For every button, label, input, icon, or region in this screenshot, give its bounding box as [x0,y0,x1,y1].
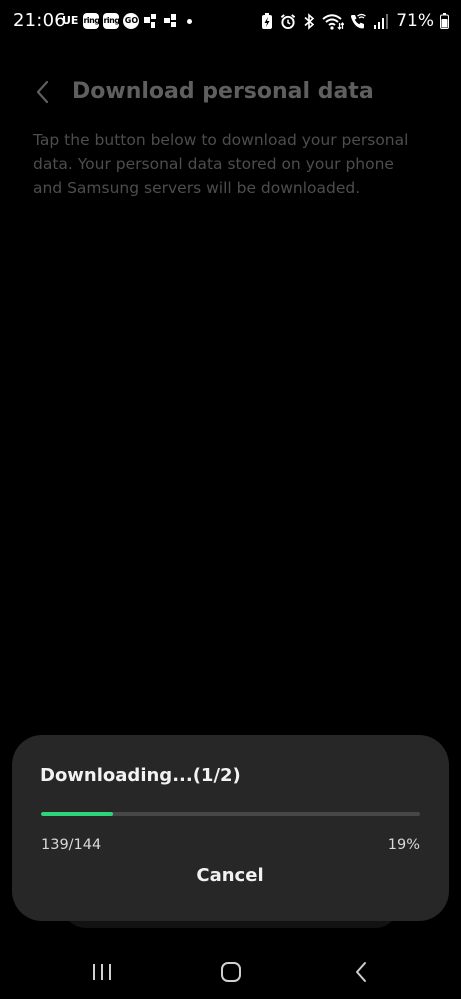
chevron-left-icon [36,80,49,104]
home-icon [221,962,241,982]
back-button[interactable] [26,74,60,110]
dialog-title: Downloading...(1/2) [40,765,241,786]
progress-percent: 19% [387,837,420,853]
page-title: Download personal data [72,79,374,104]
alarm-icon [280,12,296,30]
status-bar: 21:06 UE ring ring GO 71% [0,0,461,44]
app-header: Download personal data [0,70,461,114]
bluetooth-icon [301,12,317,30]
back-icon [356,962,366,982]
download-progress-dialog: Downloading...(1/2) 139/144 19% Cancel [12,735,449,921]
progress-count: 139/144 [41,837,102,853]
app-notification-icon [163,13,179,29]
go-app-icon: GO [123,13,140,29]
battery-saver-icon [259,12,275,30]
ring-app-icon: ring [103,13,120,29]
nav-back-button[interactable] [339,956,383,988]
wifi-icon [322,12,345,30]
progress-bar [41,812,420,816]
recents-button[interactable] [80,956,124,988]
carrier-label: UE [62,14,79,27]
battery-icon [439,12,449,30]
signal-strength-icon [373,12,389,30]
description-text: Tap the button below to download your pe… [33,131,409,197]
wifi-calling-icon [349,12,368,30]
home-button[interactable] [209,956,253,988]
progress-bar-fill [41,812,113,816]
app-notification-icon [143,13,159,29]
notification-icons: UE ring ring GO [62,12,193,30]
cancel-button[interactable]: Cancel [130,859,330,893]
system-status-icons: 71% [259,11,449,31]
battery-percent: 71% [396,11,434,31]
navigation-bar [0,948,461,996]
ring-app-icon: ring [83,13,100,29]
more-notifications-dot-icon [187,18,193,24]
status-time: 21:06 [13,10,66,31]
recents-icon [93,964,111,980]
